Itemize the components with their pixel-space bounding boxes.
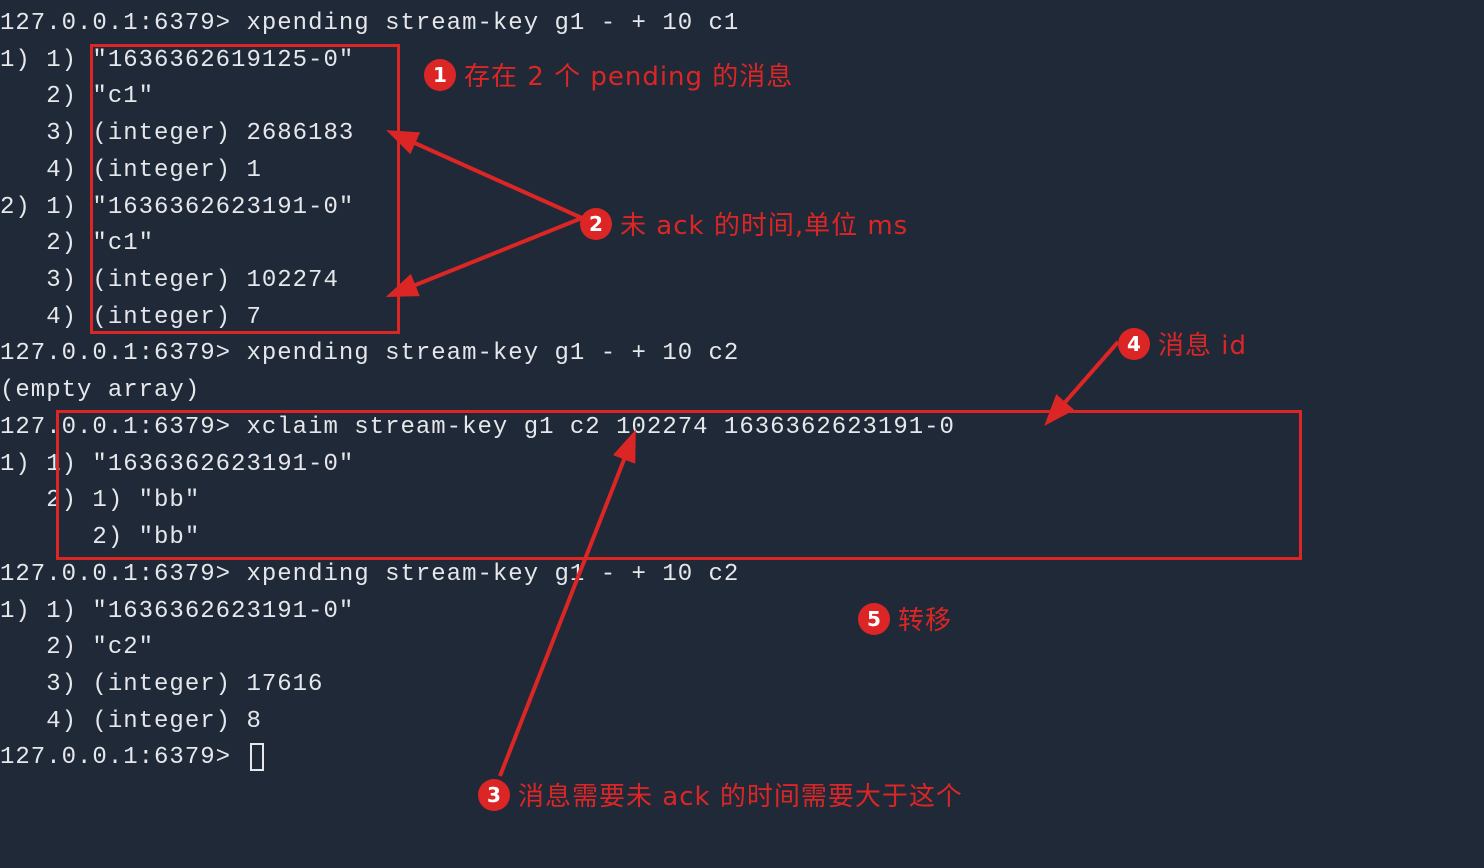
output-line: 2) "c2": [0, 630, 1484, 667]
annotation-text-4: 消息 id: [1158, 325, 1247, 362]
output-line: 2) 1) "bb": [0, 483, 1484, 520]
output-line: 4) (integer) 7: [0, 300, 1484, 337]
annotation-badge-3: 3: [478, 779, 510, 811]
command-line-2: 127.0.0.1:6379> xpending stream-key g1 -…: [0, 336, 1484, 373]
output-line: 3) (integer) 102274: [0, 263, 1484, 300]
command-line-3: 127.0.0.1:6379> xclaim stream-key g1 c2 …: [0, 410, 1484, 447]
annotation-3: 3 消息需要未 ack 的时间需要大于这个: [478, 776, 963, 813]
output-line: (empty array): [0, 373, 1484, 410]
annotation-badge-4: 4: [1118, 328, 1150, 360]
annotation-text-2: 未 ack 的时间,单位 ms: [620, 205, 908, 242]
annotation-text-3: 消息需要未 ack 的时间需要大于这个: [518, 776, 963, 813]
annotation-badge-1: 1: [424, 59, 456, 91]
output-line: 1) 1) "1636362623191-0": [0, 594, 1484, 631]
annotation-5: 5 转移: [858, 600, 952, 637]
annotation-text-5: 转移: [898, 600, 952, 637]
output-line: 4) (integer) 1: [0, 153, 1484, 190]
cursor-icon: [250, 743, 264, 771]
annotation-badge-5: 5: [858, 603, 890, 635]
prompt-line[interactable]: 127.0.0.1:6379>: [0, 740, 1484, 777]
terminal: 127.0.0.1:6379> xpending stream-key g1 -…: [0, 0, 1484, 777]
output-line: 2) "bb": [0, 520, 1484, 557]
command-line-1: 127.0.0.1:6379> xpending stream-key g1 -…: [0, 6, 1484, 43]
annotation-badge-2: 2: [580, 208, 612, 240]
command-line-4: 127.0.0.1:6379> xpending stream-key g1 -…: [0, 557, 1484, 594]
output-line: 3) (integer) 2686183: [0, 116, 1484, 153]
annotation-2: 2 未 ack 的时间,单位 ms: [580, 205, 908, 242]
output-line: 3) (integer) 17616: [0, 667, 1484, 704]
output-line: 1) 1) "1636362623191-0": [0, 447, 1484, 484]
annotation-4: 4 消息 id: [1118, 325, 1247, 362]
annotation-1: 1 存在 2 个 pending 的消息: [424, 56, 793, 93]
annotation-text-1: 存在 2 个 pending 的消息: [464, 56, 793, 93]
output-line: 4) (integer) 8: [0, 704, 1484, 741]
